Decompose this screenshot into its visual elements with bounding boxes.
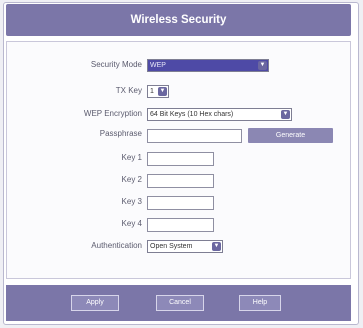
chevron-down-icon: ▼ (281, 110, 290, 119)
key-1-label: Key 1 (121, 153, 142, 162)
chevron-down-icon: ▼ (158, 87, 167, 96)
help-button[interactable]: Help (239, 295, 281, 311)
generate-button[interactable]: Generate (248, 128, 333, 143)
tx-key-value: 1 (150, 88, 154, 95)
passphrase-input[interactable] (147, 129, 242, 143)
title-bar: Wireless Security (6, 4, 351, 36)
cancel-button[interactable]: Cancel (156, 295, 204, 311)
dialog-title: Wireless Security (130, 14, 227, 26)
settings-panel: Security Mode WEP ▼ TX Key 1 ▼ WEP Encry… (6, 41, 351, 279)
security-mode-label: Security Mode (90, 60, 142, 69)
authentication-label: Authentication (91, 241, 142, 250)
wep-encryption-label: WEP Encryption (83, 109, 142, 118)
chevron-down-icon: ▼ (258, 61, 267, 70)
security-mode-select[interactable]: WEP ▼ (147, 59, 269, 72)
authentication-select[interactable]: Open System ▼ (147, 240, 223, 253)
key-3-input[interactable] (147, 196, 214, 210)
tx-key-select[interactable]: 1 ▼ (147, 85, 169, 98)
security-mode-value: WEP (150, 62, 166, 69)
key-4-label: Key 4 (121, 219, 142, 228)
key-3-label: Key 3 (121, 197, 142, 206)
wep-encryption-select[interactable]: 64 Bit Keys (10 Hex chars) ▼ (147, 108, 292, 121)
wep-encryption-value: 64 Bit Keys (10 Hex chars) (150, 111, 234, 118)
passphrase-label: Passphrase (99, 129, 142, 138)
tx-key-label: TX Key (115, 86, 142, 95)
footer-bar: Apply Cancel Help (6, 285, 351, 321)
key-4-input[interactable] (147, 218, 214, 232)
authentication-value: Open System (150, 243, 193, 250)
chevron-down-icon: ▼ (212, 242, 221, 251)
key-2-label: Key 2 (121, 175, 142, 184)
key-2-input[interactable] (147, 174, 214, 188)
key-1-input[interactable] (147, 152, 214, 166)
apply-button[interactable]: Apply (71, 295, 119, 311)
